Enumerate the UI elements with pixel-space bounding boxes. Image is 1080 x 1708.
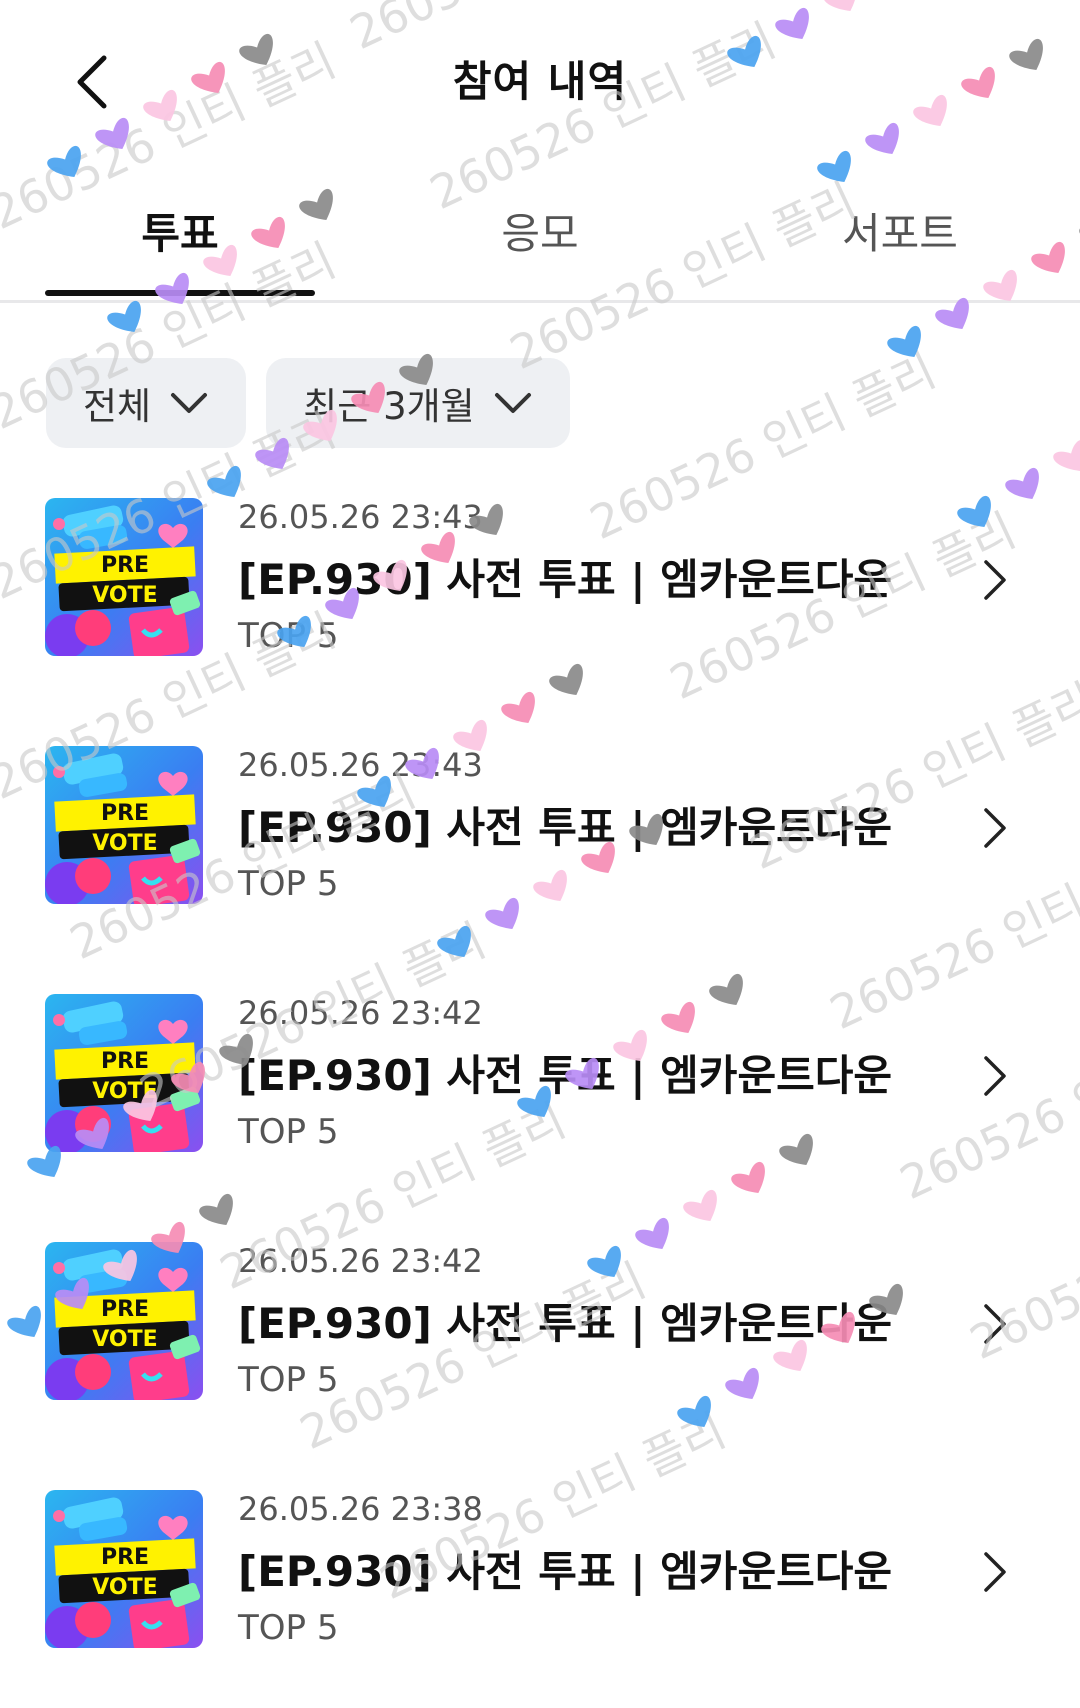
vote-thumbnail: PRE VOTE <box>45 1490 203 1648</box>
thumbnail-pre-text: PRE <box>101 1297 149 1322</box>
item-subtitle: TOP 5 <box>238 1608 339 1648</box>
vote-thumbnail: PRE VOTE <box>45 498 203 656</box>
item-subtitle: TOP 5 <box>238 616 339 656</box>
list-item[interactable]: PRE VOTE 26.05.26 23:42 [EP.930] 사전 투표 | … <box>0 994 1080 1194</box>
chevron-right-icon <box>984 560 1006 600</box>
thumbnail-vote-text: VOTE <box>92 1079 157 1104</box>
chevron-down-icon <box>494 393 531 413</box>
vote-thumbnail: PRE VOTE <box>45 1242 203 1400</box>
list-item[interactable]: PRE VOTE 26.05.26 23:43 [EP.930] 사전 투표 | … <box>0 498 1080 698</box>
tab-support[interactable]: 서포트 <box>720 200 1080 261</box>
chevron-down-icon <box>171 393 208 413</box>
thumbnail-vote-text: VOTE <box>92 583 157 608</box>
heart-icon <box>199 1193 233 1226</box>
item-title: [EP.930] 사전 투표 | 엠카운트다운 <box>238 555 893 604</box>
category-filter-dropdown[interactable]: 전체 <box>46 358 246 448</box>
thumbnail-vote-text: VOTE <box>92 1327 157 1352</box>
list-item[interactable]: PRE VOTE 26.05.26 23:43 [EP.930] 사전 투표 | … <box>0 746 1080 946</box>
chevron-right-icon <box>984 1056 1006 1096</box>
thumbnail-pre-text: PRE <box>101 801 149 826</box>
item-subtitle: TOP 5 <box>238 1360 339 1400</box>
heart-icon <box>47 145 81 178</box>
thumbnail-pre-text: PRE <box>101 1545 149 1570</box>
vote-thumbnail: PRE VOTE <box>45 746 203 904</box>
list-item[interactable]: PRE VOTE 26.05.26 23:38 [EP.930] 사전 투표 | … <box>0 1490 1080 1690</box>
item-date: 26.05.26 23:38 <box>238 1490 483 1528</box>
chevron-right-icon <box>984 1304 1006 1344</box>
heart-icon <box>1053 439 1080 472</box>
heart-icon <box>107 300 141 333</box>
vote-thumbnail: PRE VOTE <box>45 994 203 1152</box>
item-date: 26.05.26 23:42 <box>238 1242 483 1280</box>
item-title: [EP.930] 사전 투표 | 엠카운트다운 <box>238 1051 893 1100</box>
thumbnail-pre-text: PRE <box>101 1049 149 1074</box>
chevron-right-icon <box>984 1552 1006 1592</box>
item-subtitle: TOP 5 <box>238 1112 339 1152</box>
list-item[interactable]: PRE VOTE 26.05.26 23:42 [EP.930] 사전 투표 | … <box>0 1242 1080 1442</box>
tab-entry[interactable]: 응모 <box>360 200 720 261</box>
tab-vote[interactable]: 투표 <box>0 200 360 261</box>
heart-icon <box>817 150 851 183</box>
tab-bar: 투표 응모 서포트 <box>0 190 1080 303</box>
item-date: 26.05.26 23:42 <box>238 994 483 1032</box>
header: 참여 내역 <box>0 0 1080 150</box>
thumbnail-pre-text: PRE <box>101 553 149 578</box>
chevron-right-icon <box>984 808 1006 848</box>
thumbnail-vote-text: VOTE <box>92 1575 157 1600</box>
item-title: [EP.930] 사전 투표 | 엠카운트다운 <box>238 1299 893 1348</box>
item-date: 26.05.26 23:43 <box>238 746 483 784</box>
thumbnail-vote-text: VOTE <box>92 831 157 856</box>
item-title: [EP.930] 사전 투표 | 엠카운트다운 <box>238 803 893 852</box>
item-date: 26.05.26 23:43 <box>238 498 483 536</box>
page-title: 참여 내역 <box>452 57 628 106</box>
item-subtitle: TOP 5 <box>238 864 339 904</box>
period-filter-dropdown[interactable]: 최근 3개월 <box>266 358 570 448</box>
item-title: [EP.930] 사전 투표 | 엠카운트다운 <box>238 1547 893 1596</box>
category-filter-label: 전체 <box>82 385 152 428</box>
heart-icon <box>887 325 921 358</box>
active-tab-indicator <box>45 290 315 296</box>
heart-icon <box>683 1189 717 1222</box>
period-filter-label: 최근 3개월 <box>303 385 475 428</box>
